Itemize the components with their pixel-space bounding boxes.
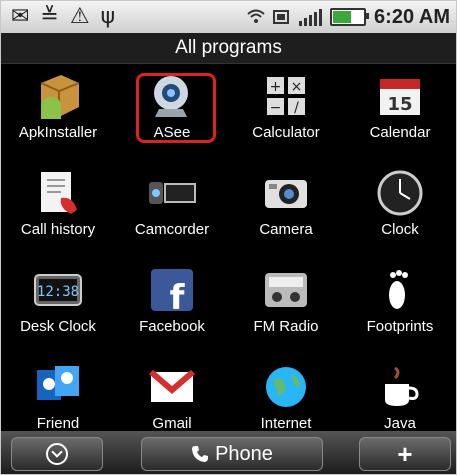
app-label: Internet: [260, 415, 312, 432]
battery-icon: [330, 8, 370, 26]
calendar-icon: 15: [372, 71, 428, 121]
selection-highlight: [136, 73, 216, 143]
wifi-icon: [247, 9, 265, 23]
svg-text:12:38: 12:38: [37, 284, 79, 300]
app-label: Camera: [259, 221, 313, 238]
app-clock[interactable]: Clock: [343, 168, 456, 238]
page-title: All programs: [1, 33, 456, 64]
app-label: Call history: [20, 221, 96, 238]
app-internet[interactable]: Internet: [229, 362, 343, 432]
clock-time: 6:20 AM: [374, 5, 450, 28]
call-history-icon: [30, 168, 86, 218]
app-facebook[interactable]: f Facebook: [115, 265, 229, 335]
app-camera[interactable]: Camera: [229, 168, 343, 238]
app-fm-radio[interactable]: FM Radio: [229, 265, 343, 335]
calculator-icon: + × − /: [258, 71, 314, 121]
app-apkinstaller[interactable]: ApkInstaller: [1, 71, 115, 141]
friend-stream-icon: [30, 362, 86, 412]
svg-text:×: ×: [291, 79, 303, 95]
app-label: Gmail: [152, 415, 192, 432]
app-desk-clock[interactable]: 12:38 Desk Clock: [1, 265, 115, 335]
app-label: FM Radio: [253, 318, 319, 335]
phone-icon: [192, 446, 209, 462]
status-bar: ✉ ≚ ⚠ ψ 6:20 AM: [1, 1, 456, 33]
box-android-icon: [30, 71, 86, 121]
notification-icons: ✉ ≚ ⚠ ψ: [11, 4, 118, 29]
chevron-down-icon: [46, 443, 68, 465]
signal-icon: [299, 8, 323, 26]
app-label: Clock: [381, 221, 419, 238]
gmail-icon: [144, 362, 200, 412]
add-button[interactable]: +: [359, 437, 451, 471]
app-calculator[interactable]: + × − / Calculator: [229, 71, 343, 141]
sync-icon: [273, 10, 290, 24]
app-label: Footprints: [366, 318, 434, 335]
phone-label: Phone: [215, 442, 273, 465]
collapse-button[interactable]: [11, 437, 103, 471]
app-label: Desk Clock: [20, 318, 96, 335]
footprints-icon: [372, 265, 428, 315]
app-label: Calendar: [369, 124, 431, 141]
app-camcorder[interactable]: Camcorder: [115, 168, 229, 238]
screen: ✉ ≚ ⚠ ψ 6:20 AM All programs ApkInstalle…: [0, 0, 457, 475]
svg-text:/: /: [294, 100, 299, 116]
app-label: Camcorder: [134, 221, 210, 238]
app-java[interactable]: Java: [343, 362, 456, 432]
java-cup-icon: [372, 362, 428, 412]
app-label: Calculator: [252, 124, 320, 141]
app-call-history[interactable]: Call history: [1, 168, 115, 238]
desk-clock-icon: 12:38: [30, 265, 86, 315]
camcorder-icon: [144, 168, 200, 218]
app-footprints[interactable]: Footprints: [343, 265, 456, 335]
camera-icon: [258, 168, 314, 218]
svg-text:+: +: [270, 79, 282, 95]
app-label: Java: [384, 415, 416, 432]
bottom-bar: Phone +: [1, 431, 456, 474]
app-grid: ApkInstaller ASee + × − / Calculator 15 Calendar…: [1, 71, 456, 448]
app-label: ApkInstaller: [18, 124, 98, 141]
svg-text:f: f: [170, 278, 186, 315]
fm-radio-icon: [258, 265, 314, 315]
svg-text:15: 15: [387, 94, 412, 115]
phone-button[interactable]: Phone: [141, 437, 323, 471]
app-calendar[interactable]: 15 Calendar: [343, 71, 456, 141]
svg-text:−: −: [270, 100, 282, 116]
clock-icon: [372, 168, 428, 218]
app-label: Facebook: [139, 318, 205, 335]
globe-icon: [258, 362, 314, 412]
facebook-icon: f: [144, 265, 200, 315]
app-gmail[interactable]: Gmail: [115, 362, 229, 432]
plus-icon: +: [397, 438, 413, 469]
